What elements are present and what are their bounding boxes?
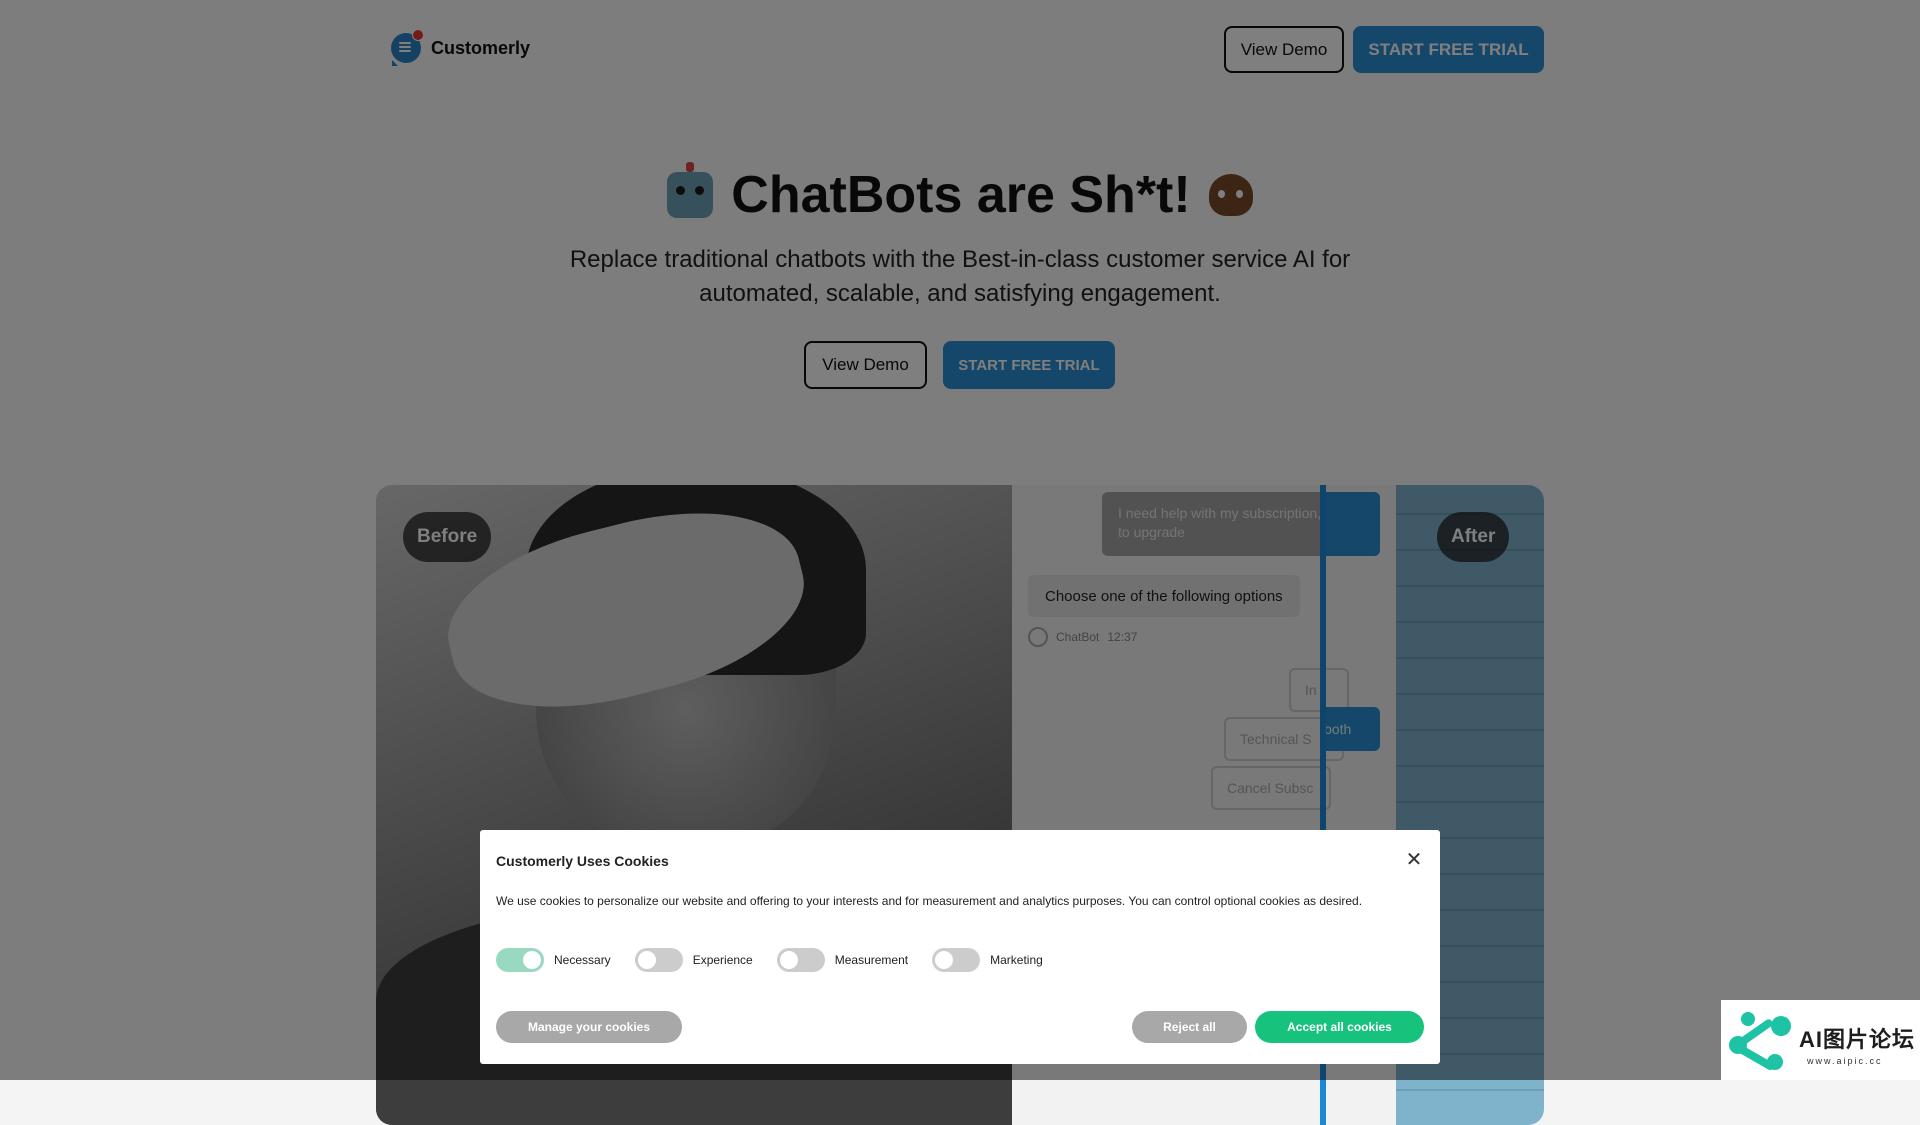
watermark: AI图片论坛 www.aipic.cc xyxy=(1721,1000,1920,1080)
experience-switch[interactable] xyxy=(634,948,683,972)
measurement-switch[interactable] xyxy=(776,948,825,972)
cookie-toggles: Necessary Experience Measurement Marketi… xyxy=(496,948,1067,972)
toggle-marketing: Marketing xyxy=(932,948,1043,972)
reject-all-button[interactable]: Reject all xyxy=(1132,1011,1247,1043)
necessary-switch[interactable] xyxy=(496,948,544,972)
cookie-dialog-title: Customerly Uses Cookies xyxy=(496,853,669,869)
toggle-label: Experience xyxy=(692,953,753,967)
watermark-url: www.aipic.cc xyxy=(1807,1056,1883,1066)
cookie-consent-dialog: Customerly Uses Cookies ✕ We use cookies… xyxy=(480,830,1440,1064)
watermark-logo-icon xyxy=(1727,1010,1791,1072)
page: Customerly View Demo START FREE TRIAL Ch… xyxy=(0,0,1920,1125)
toggle-label: Marketing xyxy=(990,953,1043,967)
cookie-dialog-description: We use cookies to personalize our websit… xyxy=(496,894,1363,908)
manage-cookies-button[interactable]: Manage your cookies xyxy=(496,1011,682,1043)
toggle-label: Necessary xyxy=(554,953,611,967)
accept-all-cookies-button[interactable]: Accept all cookies xyxy=(1255,1011,1424,1043)
close-icon[interactable]: ✕ xyxy=(1404,850,1424,870)
toggle-necessary: Necessary xyxy=(496,948,611,972)
toggle-label: Measurement xyxy=(834,953,909,967)
watermark-text: AI图片论坛 xyxy=(1799,1027,1916,1052)
marketing-switch[interactable] xyxy=(932,948,981,972)
toggle-experience: Experience xyxy=(634,948,753,972)
toggle-measurement: Measurement xyxy=(776,948,909,972)
